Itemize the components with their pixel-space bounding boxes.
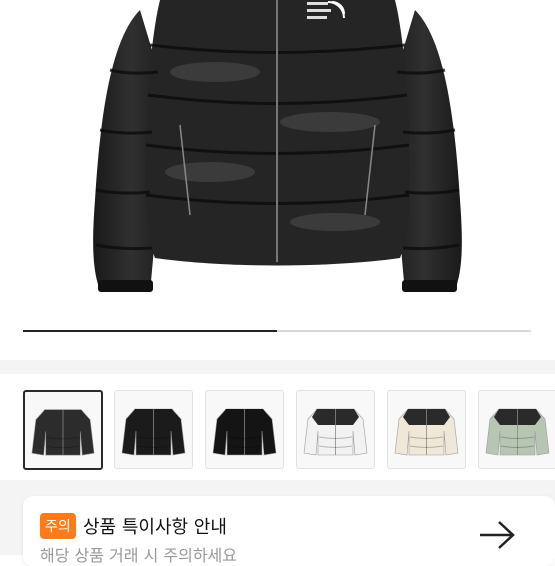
jacket-thumbnail-icon xyxy=(212,408,277,456)
thumbnail-5[interactable] xyxy=(387,390,466,469)
product-notice-card[interactable]: 주의 상품 특이사항 안내 해당 상품 거래 시 주의하세요 xyxy=(23,496,555,566)
section-divider xyxy=(0,360,555,374)
jacket-thumbnail-icon xyxy=(31,409,95,456)
notice-title: 상품 특이사항 안내 xyxy=(83,517,227,538)
thumbnail-1[interactable] xyxy=(23,390,103,470)
jacket-thumbnail-icon xyxy=(303,408,368,456)
thumbnail-strip xyxy=(0,374,555,480)
gallery-progress-fill xyxy=(23,330,277,332)
jacket-thumbnail-icon xyxy=(394,408,459,456)
arrow-right-icon[interactable] xyxy=(479,520,515,550)
jacket-illustration xyxy=(93,0,462,292)
thumbnail-6[interactable] xyxy=(478,390,555,469)
thumbnail-4[interactable] xyxy=(296,390,375,469)
jacket-thumbnail-icon xyxy=(121,408,186,456)
thumbnail-3[interactable] xyxy=(205,390,284,469)
gallery-progress-bar xyxy=(23,330,531,332)
brand-logo xyxy=(306,0,346,26)
thumbnail-2[interactable] xyxy=(114,390,193,469)
north-face-logo-icon xyxy=(307,1,345,19)
warning-badge: 주의 xyxy=(40,513,76,539)
jacket-thumbnail-icon xyxy=(485,408,550,456)
product-hero-image[interactable] xyxy=(0,0,555,360)
notice-subtitle: 해당 상품 거래 시 주의하세요 xyxy=(40,546,237,565)
